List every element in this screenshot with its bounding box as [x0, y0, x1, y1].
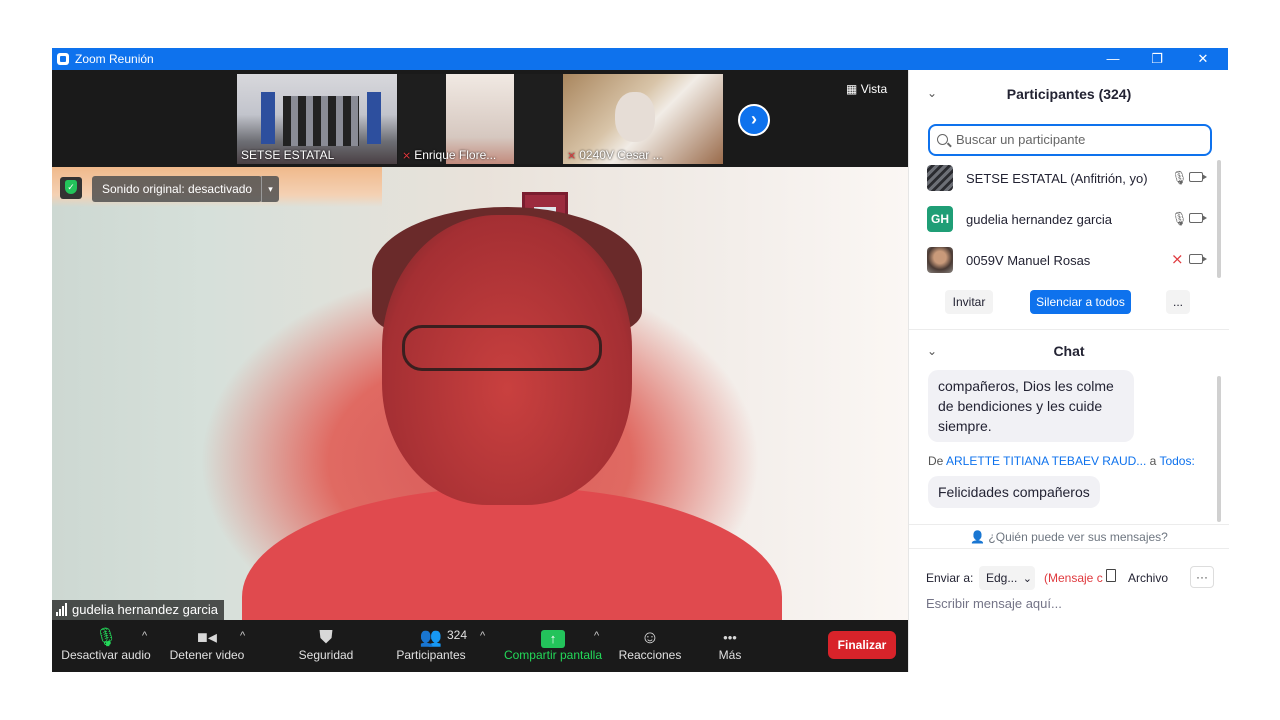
people-graphic	[283, 96, 359, 146]
security-button[interactable]: ⛊ Seguridad	[292, 620, 360, 672]
video-camera-icon: ■◂	[197, 627, 217, 647]
participants-options-caret[interactable]: ^	[480, 630, 485, 642]
mute-all-button[interactable]: Silenciar a todos	[1030, 290, 1131, 314]
encryption-shield-icon[interactable]	[60, 177, 82, 199]
mic-muted-icon: ⨯	[402, 150, 412, 162]
participant-row[interactable]: 0059V Manuel Rosas ⨯	[927, 241, 1212, 279]
send-to-dropdown[interactable]: Edg... ⌄	[979, 566, 1035, 590]
avatar: GH	[927, 206, 953, 232]
speaker-body-graphic	[242, 487, 782, 620]
title-bar: Zoom Reunión — ❐ ✕	[52, 48, 1228, 70]
panel-divider	[909, 548, 1229, 549]
avatar	[927, 165, 953, 191]
audio-options-caret[interactable]: ^	[142, 630, 147, 642]
original-sound-dropdown[interactable]: ▾	[261, 176, 279, 202]
chat-recipient[interactable]: Todos:	[1159, 454, 1194, 468]
microphone-muted-icon[interactable]: ⨯	[1171, 250, 1184, 268]
person-lock-icon: 👤	[970, 530, 986, 544]
zoom-app-icon	[57, 53, 69, 65]
video-options-caret[interactable]: ^	[240, 630, 245, 642]
close-button[interactable]: ✕	[1180, 48, 1226, 70]
mic-muted-icon: ⨯	[567, 150, 577, 162]
invite-button[interactable]: Invitar	[945, 290, 993, 314]
smiley-plus-icon: ☺	[640, 627, 660, 647]
chat-more-button[interactable]: ···	[1190, 566, 1214, 588]
active-speaker-video: Sonido original: desactivado ▾ gudelia h…	[52, 167, 908, 620]
chat-sender-name[interactable]: ARLETTE TITIANA TEBAEV RAUD...	[946, 454, 1146, 468]
banner-graphic	[367, 92, 381, 144]
next-page-button[interactable]: ›	[738, 104, 770, 136]
chat-message: Felicidades compañeros	[928, 476, 1100, 508]
file-icon[interactable]	[1106, 569, 1116, 582]
chat-send-row: Enviar a: Edg... ⌄ (Mensaje c Archivo ··…	[926, 566, 1216, 590]
thumbnail-label: ⨯ 0240V Cesar ...	[567, 148, 663, 162]
thumbnail-setse-estatal[interactable]: SETSE ESTATAL	[237, 74, 397, 164]
zoom-window: Zoom Reunión — ❐ ✕ SETSE ESTATAL ⨯ Enriqu…	[52, 48, 1229, 672]
thumbnail-label: SETSE ESTATAL	[241, 148, 335, 162]
private-message-note: (Mensaje c	[1044, 571, 1103, 585]
more-participants-options-button[interactable]: ...	[1166, 290, 1190, 314]
signal-strength-icon	[56, 602, 68, 620]
chevron-down-icon: ⌄	[1022, 573, 1032, 585]
original-sound-button[interactable]: Sonido original: desactivado	[92, 176, 263, 202]
more-dots-icon: •••	[723, 630, 737, 645]
meeting-toolbar: 🎙 Desactivar audio ^ ■◂ Detener video ^ …	[52, 620, 908, 672]
window-title: Zoom Reunión	[75, 52, 154, 66]
chat-message: compañeros, Dios les colme de bendicione…	[928, 370, 1134, 442]
shield-icon: ⛊	[319, 627, 333, 647]
minimize-button[interactable]: —	[1090, 48, 1136, 70]
file-button[interactable]: Archivo	[1128, 571, 1168, 585]
video-camera-icon[interactable]	[1189, 213, 1207, 223]
thumbnail-label: ⨯ Enrique Flore...	[402, 148, 497, 162]
restore-button[interactable]: ❐	[1134, 48, 1180, 70]
side-panel: ⌄ Participantes (324) Buscar un particip…	[908, 70, 1229, 672]
reactions-button[interactable]: ☺ Reacciones	[617, 620, 683, 672]
speaker-name-tag: gudelia hernandez garcia	[52, 600, 224, 620]
chat-title: Chat	[1053, 343, 1085, 359]
person-graphic	[615, 92, 655, 142]
view-button[interactable]: ▦ Vista	[846, 82, 887, 96]
grid-icon: ▦	[846, 82, 858, 96]
share-options-caret[interactable]: ^	[594, 630, 599, 642]
microphone-icon: 🎙	[94, 627, 118, 647]
search-icon	[937, 134, 948, 145]
chat-scrollbar[interactable]	[1217, 376, 1221, 522]
microphone-icon[interactable]: 🎙	[1171, 170, 1188, 186]
banner-graphic	[261, 92, 275, 144]
more-button[interactable]: ••• Más	[712, 620, 748, 672]
thumbnail-enrique[interactable]: ⨯ Enrique Flore...	[398, 74, 563, 164]
thumbnail-strip: SETSE ESTATAL ⨯ Enrique Flore... ⨯ 0240V C…	[52, 70, 908, 167]
avatar	[927, 247, 953, 273]
participants-count: 324	[447, 628, 468, 642]
video-area: SETSE ESTATAL ⨯ Enrique Flore... ⨯ 0240V C…	[52, 70, 908, 620]
participant-search-input[interactable]: Buscar un participante	[928, 124, 1212, 156]
stop-video-button[interactable]: ■◂ Detener video	[165, 620, 249, 672]
send-to-label: Enviar a:	[926, 571, 974, 585]
who-can-see-messages-link[interactable]: 👤 ¿Quién puede ver sus mensajes?	[909, 530, 1229, 544]
participants-title: Participantes (324)	[1006, 86, 1132, 102]
video-camera-icon[interactable]	[1189, 254, 1207, 264]
participants-scrollbar[interactable]	[1217, 160, 1221, 278]
chat-sender-line: De ARLETTE TITIANA TEBAEV RAUD... a Todo…	[928, 454, 1195, 468]
participant-row[interactable]: GH gudelia hernandez garcia 🎙	[927, 200, 1212, 238]
microphone-icon[interactable]: 🎙	[1171, 211, 1188, 227]
mute-audio-button[interactable]: 🎙 Desactivar audio	[60, 620, 152, 672]
video-camera-icon[interactable]	[1189, 172, 1207, 182]
share-screen-button[interactable]: ↑ Compartir pantalla	[501, 620, 605, 672]
participant-row[interactable]: SETSE ESTATAL (Anfitrión, yo) 🎙	[927, 159, 1212, 197]
chat-message-input[interactable]: Escribir mensaje aquí...	[926, 596, 1062, 611]
thumbnail-cesar[interactable]: ⨯ 0240V Cesar ...	[563, 74, 723, 164]
glasses-graphic	[402, 325, 602, 371]
share-screen-icon: ↑	[541, 630, 565, 648]
panel-divider	[909, 524, 1229, 525]
end-meeting-button[interactable]: Finalizar	[828, 631, 896, 659]
